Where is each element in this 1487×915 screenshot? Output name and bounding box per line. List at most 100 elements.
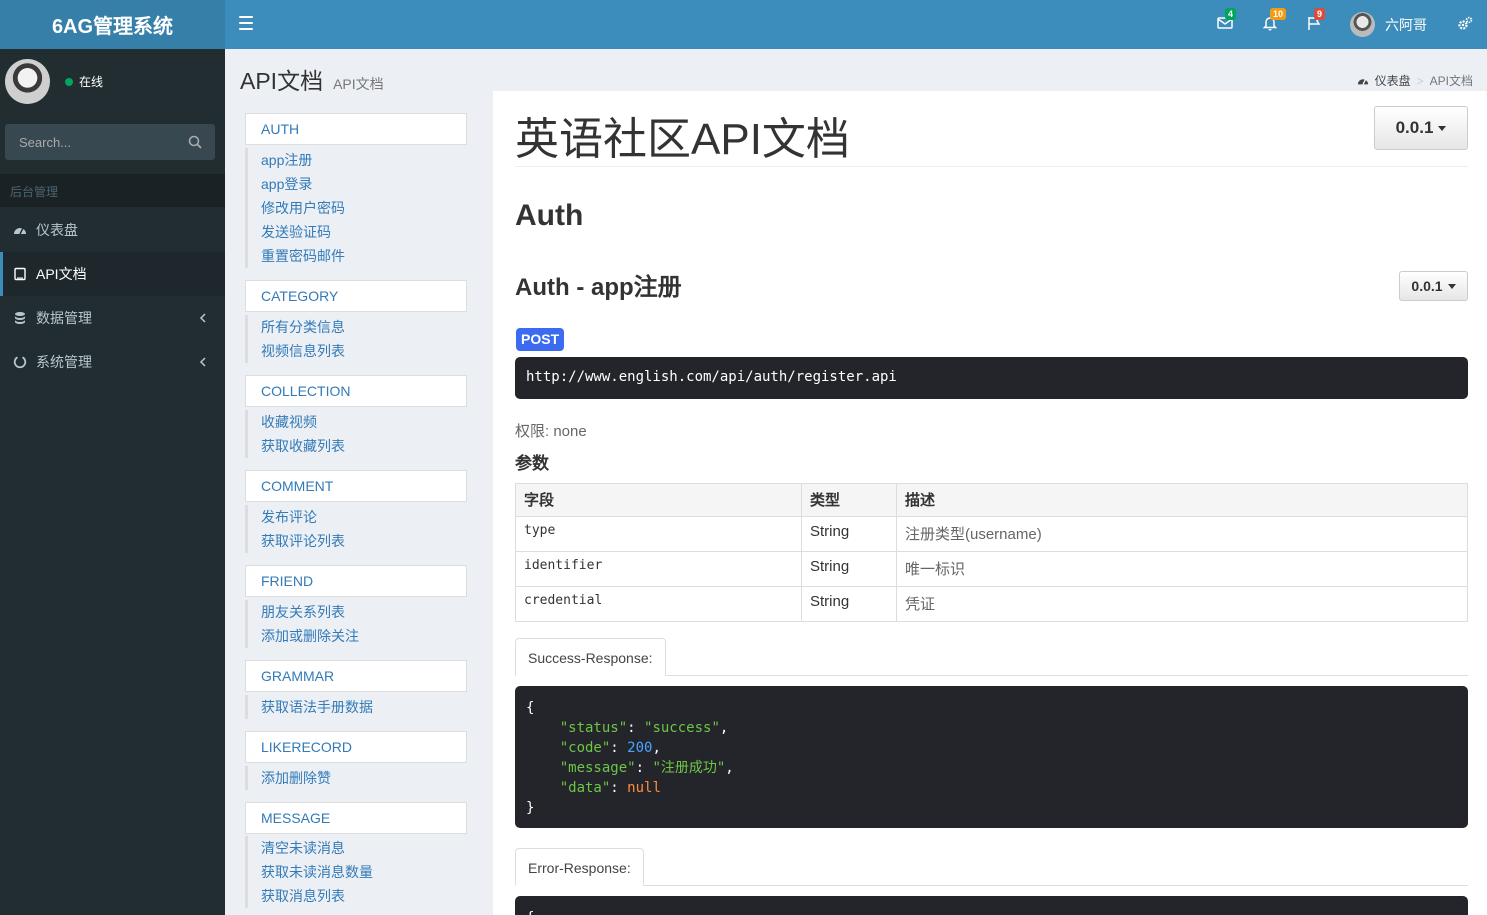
nav-link[interactable]: 获取评论列表 [261, 529, 467, 553]
nav-link[interactable]: 获取语法手册数据 [261, 695, 467, 719]
user-panel: 在线 [5, 59, 103, 104]
nav-link[interactable]: 获取收藏列表 [261, 434, 467, 458]
nav-link[interactable]: 获取未读消息数量 [261, 860, 467, 884]
table-row: type String 注册类型(username) [515, 516, 1468, 552]
tab-error-response[interactable]: Error-Response: [515, 848, 644, 886]
code-brace: { [526, 910, 534, 915]
breadcrumb-current: API文档 [1429, 74, 1473, 88]
app-logo[interactable]: 6AG管理系统 [0, 0, 225, 49]
nav-link[interactable]: 收藏视频 [261, 410, 467, 434]
nav-group-message[interactable]: MESSAGE [245, 802, 467, 834]
nav-link[interactable]: app注册 [261, 148, 467, 172]
nav-group-comment[interactable]: COMMENT [245, 470, 467, 502]
nav-group-category-links: 所有分类信息 视频信息列表 [245, 315, 467, 363]
notifications-badge: 10 [1270, 8, 1287, 20]
param-desc: 注册类型(username) [896, 516, 1468, 552]
sidebar-toggle-icon[interactable] [239, 16, 253, 30]
json-key: "status" [559, 720, 628, 736]
messages-button[interactable]: 4 [1217, 8, 1237, 33]
notifications-button[interactable]: 10 [1262, 8, 1287, 33]
json-key: "message" [559, 760, 636, 776]
gears-icon[interactable] [1457, 16, 1473, 32]
api-url: http://www.english.com/api/auth/register… [515, 357, 1468, 399]
doc-title: 英语社区API文档 [515, 115, 850, 164]
nav-link[interactable]: 修改用户密码 [261, 196, 467, 220]
nav-link[interactable]: 朋友关系列表 [261, 600, 467, 624]
nav-link[interactable]: 发布评论 [261, 505, 467, 529]
api-version-dropdown[interactable]: 0.0.1 [1399, 271, 1468, 301]
tasks-badge: 9 [1314, 8, 1326, 20]
nav-group-likerecord[interactable]: LIKERECORD [245, 731, 467, 763]
chevron-left-icon [199, 313, 206, 323]
sidebar-item-system-management[interactable]: 系统管理 [0, 340, 225, 384]
dashboard-icon [14, 227, 26, 235]
sidebar-item-label: 仪表盘 [36, 222, 78, 238]
nav-link[interactable]: 所有分类信息 [261, 315, 467, 339]
nav-link[interactable]: 获取消息列表 [261, 884, 467, 908]
nav-link[interactable]: 重置密码邮件 [261, 244, 467, 268]
nav-group-friend[interactable]: FRIEND [245, 565, 467, 597]
success-response-code: { "status": "success", "code": 200, "mes… [515, 686, 1468, 828]
param-desc: 唯一标识 [896, 551, 1468, 587]
messages-badge: 4 [1225, 8, 1237, 20]
nav-group-likerecord-links: 添加删除赞 [245, 766, 467, 790]
nav-link[interactable]: 添加或删除关注 [261, 624, 467, 648]
caret-down-icon [1447, 283, 1456, 289]
user-panel-avatar [5, 59, 50, 104]
code-brace: { [526, 700, 535, 716]
nav-group-auth[interactable]: AUTH [245, 113, 467, 145]
online-status-label: 在线 [79, 75, 104, 89]
api-doc-content: 英语社区API文档 0.0.1 Auth Auth - app注册 0.0.1 … [493, 91, 1487, 915]
sidebar-item-data-management[interactable]: 数据管理 [0, 296, 225, 340]
nav-link[interactable]: 清空未读消息 [261, 836, 467, 860]
dashboard-icon [1357, 78, 1368, 85]
json-key: "data" [559, 780, 611, 796]
code-brace: } [526, 800, 535, 816]
user-menu[interactable]: 六阿哥 [1350, 12, 1427, 37]
breadcrumb-separator: > [1416, 73, 1424, 88]
api-doc-navigation: AUTH app注册 app登录 修改用户密码 发送验证码 重置密码邮件 CAT… [225, 91, 493, 915]
error-response-code: { [515, 896, 1468, 915]
circle-notch-icon [13, 356, 27, 369]
nav-link[interactable]: app登录 [261, 172, 467, 196]
sidebar-item-label: API文档 [36, 266, 87, 282]
table-row: credential String 凭证 [515, 586, 1468, 622]
user-avatar [1350, 12, 1375, 37]
sidebar-item-dashboard[interactable]: 仪表盘 [0, 208, 225, 252]
json-value: 200 [627, 740, 653, 756]
chevron-left-icon [199, 357, 206, 367]
nav-link[interactable]: 视频信息列表 [261, 339, 467, 363]
nav-group-collection[interactable]: COLLECTION [245, 375, 467, 407]
nav-group-friend-links: 朋友关系列表 添加或删除关注 [245, 600, 467, 648]
sidebar-item-label: 系统管理 [36, 354, 92, 370]
online-dot-icon [65, 77, 73, 86]
nav-group-grammar[interactable]: GRAMMAR [245, 660, 467, 692]
section-title: Auth [515, 199, 584, 232]
divider [515, 166, 1468, 167]
database-icon [15, 312, 25, 324]
nav-group-category[interactable]: CATEGORY [245, 280, 467, 312]
param-type: String [801, 516, 897, 552]
api-title: Auth - app注册 [515, 274, 682, 301]
breadcrumb: 仪表盘 > API文档 [1357, 72, 1473, 89]
nav-link[interactable]: 发送验证码 [261, 220, 467, 244]
version-dropdown[interactable]: 0.0.1 [1374, 106, 1468, 150]
main-sidebar: 在线 后台管理 仪表盘 API文档 数据管理 系统管理 [0, 49, 225, 915]
table-header-row: 字段 类型 描述 [515, 483, 1468, 517]
nav-link[interactable]: 添加删除赞 [261, 766, 467, 790]
param-field: type [515, 516, 802, 552]
sidebar-item-api-docs[interactable]: API文档 [0, 252, 225, 296]
search-icon[interactable] [188, 135, 202, 149]
sidebar-section-header: 后台管理 [0, 174, 225, 207]
nav-group-collection-links: 收藏视频 获取收藏列表 [245, 410, 467, 458]
breadcrumb-dashboard-link[interactable]: 仪表盘 [1375, 72, 1411, 89]
tab-success-response[interactable]: Success-Response: [515, 638, 666, 676]
nav-group-message-links: 清空未读消息 获取未读消息数量 获取消息列表 [245, 836, 467, 908]
json-key: "code" [559, 740, 611, 756]
tasks-button[interactable]: 9 [1306, 8, 1326, 33]
http-method-badge: POST [516, 328, 565, 351]
sidebar-search-input[interactable] [5, 124, 175, 160]
json-value: "注册成功" [652, 760, 726, 776]
param-type: String [801, 586, 897, 622]
json-value: null [627, 780, 661, 796]
